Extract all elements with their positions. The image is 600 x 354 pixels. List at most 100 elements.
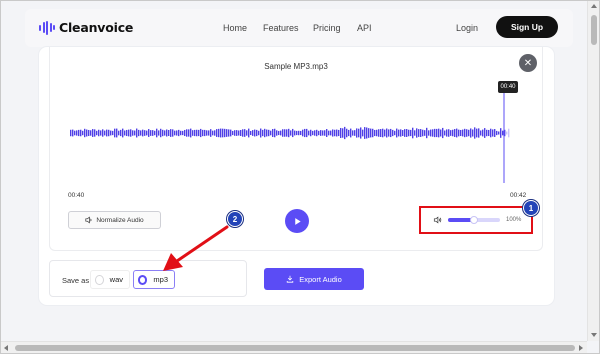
top-nav: Cleanvoice Home Features Pricing API Log… — [25, 9, 573, 47]
waveform-bar — [464, 128, 466, 138]
waveform-bar — [296, 130, 298, 136]
waveform-bar — [378, 129, 380, 137]
waveform-bar — [340, 127, 342, 139]
waveform-bar — [506, 131, 508, 135]
waveform-bar — [236, 130, 238, 136]
waveform-bar — [336, 129, 338, 137]
waveform-bar — [290, 130, 292, 136]
brand-logo[interactable]: Cleanvoice — [39, 20, 133, 35]
download-icon — [287, 275, 294, 283]
waveform-bar — [316, 129, 318, 137]
nav-link-features[interactable]: Features — [263, 23, 299, 33]
nav-link-home[interactable]: Home — [223, 23, 247, 33]
waveform-bar — [90, 130, 92, 136]
waveform-bar — [228, 129, 230, 137]
waveform-bar — [74, 130, 76, 136]
waveform-bar — [444, 130, 446, 136]
waveform-bar — [426, 127, 428, 139]
waveform-bar — [454, 129, 456, 137]
waveform[interactable] — [70, 93, 510, 193]
waveform-bar — [292, 128, 294, 138]
waveform-bar — [306, 128, 308, 138]
signup-button[interactable]: Sign Up — [496, 16, 558, 38]
waveform-bar — [418, 129, 420, 137]
format-option-wav[interactable]: wav — [90, 270, 130, 289]
vertical-scrollbar[interactable] — [587, 1, 599, 341]
waveform-bar — [440, 129, 442, 137]
waveform-bar — [166, 129, 168, 137]
waveform-bar — [386, 128, 388, 138]
waveform-bar — [428, 130, 430, 136]
waveform-bar — [384, 129, 386, 137]
waveform-bar — [110, 130, 112, 136]
waveform-bar — [242, 129, 244, 137]
waveform-bar — [278, 130, 280, 136]
normalize-audio-button[interactable]: Normalize Audio — [68, 211, 161, 229]
mp3-radio[interactable] — [138, 274, 148, 285]
waveform-bar — [248, 128, 250, 138]
waveform-bar — [342, 128, 344, 138]
waveform-bar — [492, 129, 494, 137]
waveform-bar — [344, 126, 346, 140]
waveform-bar — [94, 129, 96, 137]
waveform-bar — [404, 129, 406, 137]
waveform-bar — [268, 129, 270, 137]
waveform-bar — [102, 129, 104, 137]
waveform-bar — [78, 129, 80, 137]
waveform-bar — [368, 128, 370, 138]
scroll-left-icon[interactable] — [4, 345, 8, 351]
waveform-bar — [216, 129, 218, 137]
brand-name: Cleanvoice — [59, 20, 134, 35]
scroll-up-icon[interactable] — [591, 4, 597, 8]
waveform-bar — [332, 129, 334, 137]
waveform-bar — [202, 129, 204, 137]
vertical-scroll-thumb[interactable] — [591, 15, 597, 45]
audio-filename: Sample MP3.mp3 — [264, 62, 328, 71]
export-audio-button[interactable]: Export Audio — [264, 268, 364, 290]
waveform-bar — [144, 130, 146, 136]
waveform-bar — [466, 129, 468, 137]
waveform-bar — [118, 130, 120, 136]
waveform-bar — [190, 128, 192, 138]
waveform-bar — [394, 130, 396, 136]
waveform-bar — [210, 129, 212, 137]
waveform-bar — [146, 130, 148, 136]
waveform-bar — [220, 128, 222, 138]
scroll-right-icon[interactable] — [579, 345, 583, 351]
horizontal-scroll-thumb[interactable] — [15, 345, 575, 351]
login-link[interactable]: Login — [456, 23, 478, 33]
scroll-down-icon[interactable] — [591, 333, 597, 337]
nav-link-api[interactable]: API — [357, 23, 372, 33]
waveform-bar — [474, 127, 476, 139]
waveform-bar — [154, 130, 156, 136]
horizontal-scrollbar[interactable] — [1, 341, 587, 353]
waveform-bar — [300, 130, 302, 136]
waveform-bar — [398, 129, 400, 137]
nav-link-pricing[interactable]: Pricing — [313, 23, 341, 33]
waveform-bar — [264, 128, 266, 138]
waveform-bar — [122, 128, 124, 138]
export-label: Export Audio — [299, 274, 342, 284]
waveform-bar — [164, 130, 166, 136]
play-button[interactable] — [285, 209, 309, 233]
waveform-bar — [382, 128, 384, 138]
waveform-bar — [116, 128, 118, 138]
close-icon[interactable]: ✕ — [519, 54, 537, 72]
waveform-bar — [500, 128, 502, 138]
waveform-bar — [270, 130, 272, 136]
waveform-bar — [322, 130, 324, 136]
waveform-bar — [128, 129, 130, 137]
waveform-bars — [70, 126, 510, 140]
waveform-bar — [176, 130, 178, 136]
waveform-bar — [72, 129, 74, 137]
waveform-bar — [442, 127, 444, 139]
waveform-bar — [288, 128, 290, 138]
waveform-bar — [496, 130, 498, 136]
waveform-bar — [280, 130, 282, 136]
waveform-bar — [294, 130, 296, 136]
waveform-bar — [392, 129, 394, 137]
wav-radio[interactable] — [95, 274, 104, 285]
waveform-bar — [314, 130, 316, 136]
waveform-bar — [148, 129, 150, 137]
waveform-bar — [312, 130, 314, 136]
